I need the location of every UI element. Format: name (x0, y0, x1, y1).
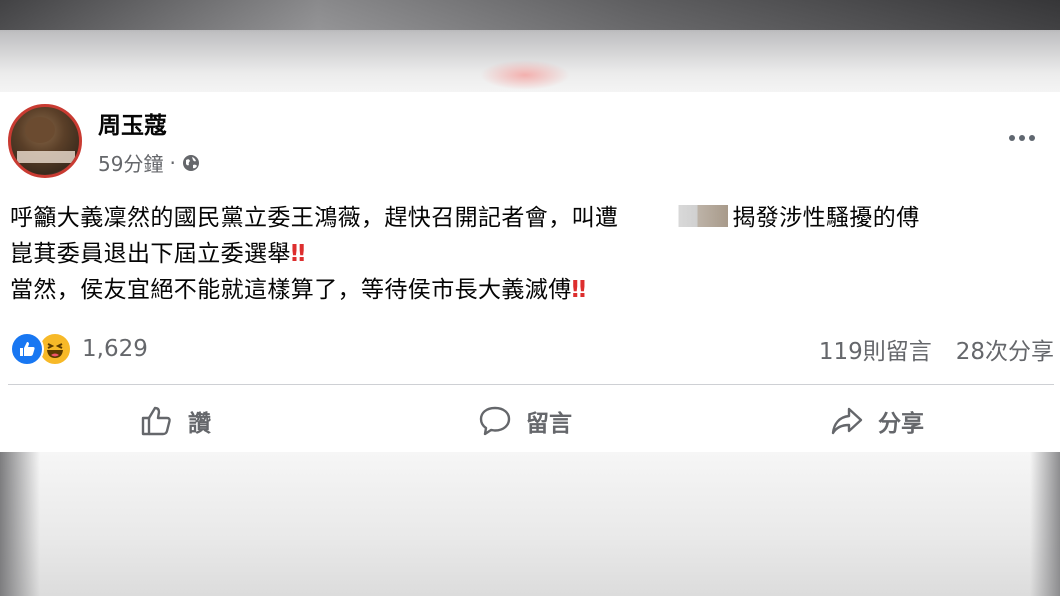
dot-icon (1009, 135, 1015, 141)
background-blur-band (0, 0, 1060, 30)
like-label: 讚 (188, 411, 211, 437)
post-text: 崑萁委員退出下屆立委選舉 (10, 241, 291, 267)
redacted-name-block (648, 204, 729, 227)
share-label: 分享 (878, 411, 924, 437)
double-exclamation-icon: ‼ (290, 241, 306, 267)
post-text: 揭發涉性騷擾的傅 (732, 205, 920, 231)
blurred-background-top (0, 0, 1060, 92)
post-body: 呼籲大義凜然的國民黨立委王鴻薇，趕快召開記者會，叫遭 揭發涉性騷擾的傅 崑萁委員退… (10, 200, 1055, 308)
globe-icon (182, 154, 199, 171)
like-button[interactable]: 讚 (140, 404, 211, 438)
meta-separator: · (169, 150, 176, 175)
post-text: 當然，侯友宜絕不能就這樣算了，等待侯市長大義滅傅 (10, 277, 572, 303)
avatar-banner (17, 151, 75, 163)
author-name[interactable]: 周玉蔻 (98, 106, 167, 140)
thumbs-up-icon (141, 406, 171, 436)
double-exclamation-icon: ‼ (571, 277, 587, 303)
more-options-button[interactable] (1004, 128, 1040, 148)
background-edge-left (0, 452, 40, 596)
share-icon (831, 407, 863, 435)
post-meta: 59分鐘 · (98, 148, 200, 177)
avatar[interactable] (8, 104, 82, 178)
share-button[interactable]: 分享 (830, 404, 924, 438)
background-edge-right (1030, 452, 1060, 596)
engagement-stats: 119則留言 28次分享 (819, 332, 1054, 366)
dot-icon (1029, 135, 1035, 141)
like-icon (10, 332, 44, 366)
comment-label: 留言 (526, 411, 572, 437)
post-text: 呼籲大義凜然的國民黨立委王鴻薇，趕快召開記者會，叫遭 (10, 205, 619, 231)
comments-count-link[interactable]: 119則留言 (819, 332, 932, 366)
reaction-summary[interactable]: 1,629 (10, 332, 148, 366)
background-blur-spot (480, 60, 570, 90)
divider (8, 384, 1054, 385)
post-line-3: 當然，侯友宜絕不能就這樣算了，等待侯市長大義滅傅‼ (10, 272, 1055, 308)
post-timestamp[interactable]: 59分鐘 (98, 148, 163, 177)
post-line-1: 呼籲大義凜然的國民黨立委王鴻薇，趕快召開記者會，叫遭 揭發涉性騷擾的傅 (10, 200, 1055, 236)
reaction-count: 1,629 (82, 336, 148, 362)
comment-icon (479, 406, 511, 436)
dot-icon (1019, 135, 1025, 141)
facebook-post-card: 周玉蔻 59分鐘 · 呼籲大義凜然的國民黨立委王鴻薇，趕快召開記者會，叫遭 揭發涉… (0, 92, 1060, 452)
comment-button[interactable]: 留言 (478, 404, 572, 438)
blurred-background-bottom (0, 452, 1060, 596)
post-line-2: 崑萁委員退出下屆立委選舉‼ (10, 236, 1055, 272)
shares-count-link[interactable]: 28次分享 (956, 332, 1054, 366)
action-bar: 讚 留言 分享 (0, 398, 1060, 446)
avatar-figure (25, 117, 55, 143)
